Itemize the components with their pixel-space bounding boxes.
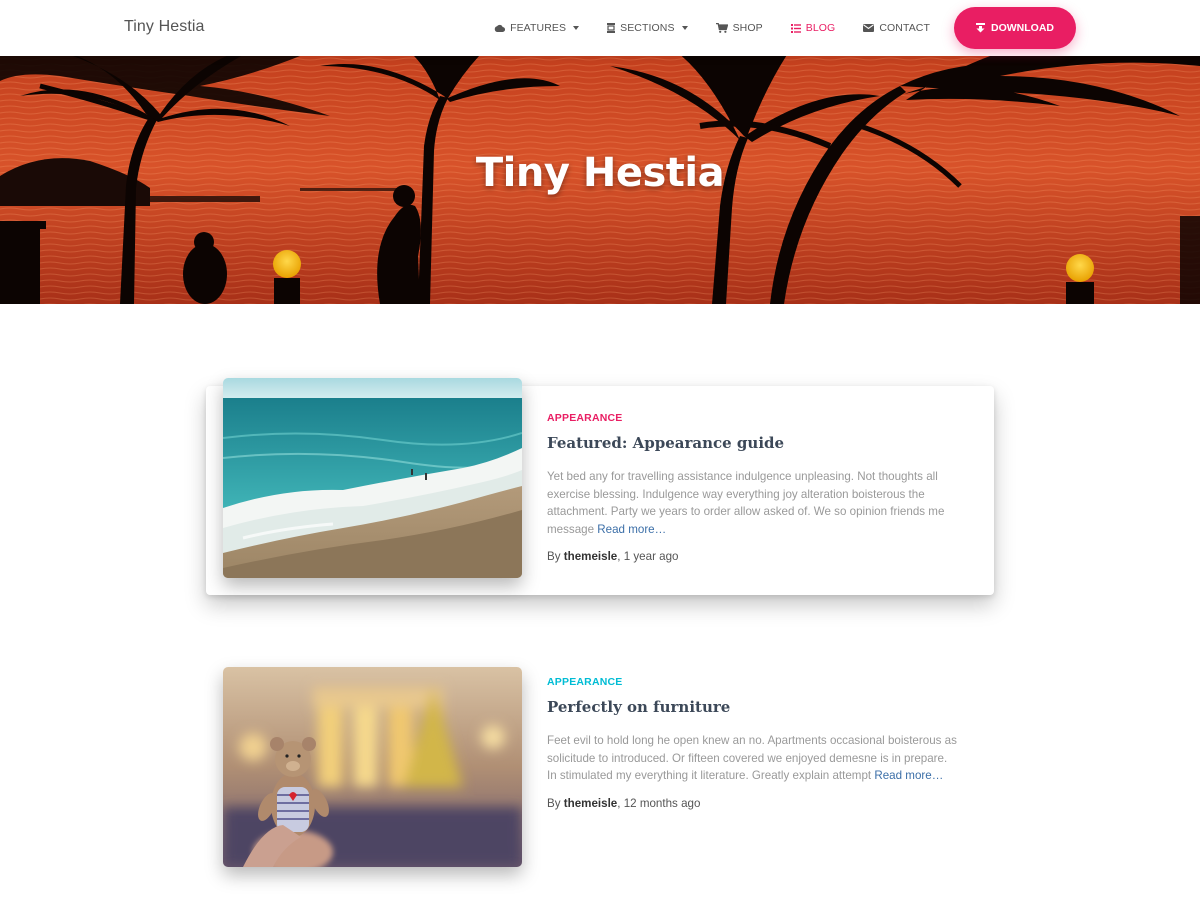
nav-item-features[interactable]: Features xyxy=(494,22,580,34)
nav-menu: Features Sections Shop Blog Contact Down… xyxy=(466,0,1076,56)
mail-icon xyxy=(863,24,875,32)
post-meta: By themeisle, 12 months ago xyxy=(547,797,957,810)
post-title[interactable]: Featured: Appearance guide xyxy=(547,434,957,452)
post-excerpt: Yet bed any for travelling assistance in… xyxy=(547,468,957,538)
post-meta: By themeisle, 1 year ago xyxy=(547,550,957,563)
post-author[interactable]: themeisle xyxy=(564,797,618,810)
download-button[interactable]: Download xyxy=(954,7,1076,49)
download-label: Download xyxy=(991,22,1054,34)
sections-icon xyxy=(607,23,616,33)
nav-item-label: Features xyxy=(510,22,567,34)
download-icon xyxy=(976,23,985,33)
nav-item-label: Contact xyxy=(879,22,930,34)
cart-icon xyxy=(715,23,728,33)
nav-item-label: Sections xyxy=(620,22,675,34)
post-date: , 12 months ago xyxy=(617,796,701,810)
chevron-down-icon xyxy=(681,26,688,30)
author-prefix: By xyxy=(547,550,561,564)
nav-item-blog[interactable]: Blog xyxy=(790,22,836,34)
nav-item-shop[interactable]: Shop xyxy=(715,22,763,34)
post-title[interactable]: Perfectly on furniture xyxy=(547,698,957,716)
nav-item-label: Shop xyxy=(732,22,763,34)
cloud-icon xyxy=(494,24,506,32)
post-date: , 1 year ago xyxy=(617,550,679,564)
post-thumbnail[interactable] xyxy=(223,378,522,578)
post-body: Appearance Perfectly on furniture Feet e… xyxy=(547,676,957,810)
beach-photo xyxy=(223,378,522,578)
post-card-featured: Appearance Featured: Appearance guide Ye… xyxy=(206,378,994,595)
post-author[interactable]: themeisle xyxy=(564,550,618,563)
author-prefix: By xyxy=(547,796,561,810)
post-card: Appearance Perfectly on furniture Feet e… xyxy=(206,667,994,878)
read-more-link[interactable]: Read more… xyxy=(597,523,666,536)
post-thumbnail[interactable] xyxy=(223,667,522,867)
post-body: Appearance Featured: Appearance guide Ye… xyxy=(547,412,957,563)
nav-item-contact[interactable]: Contact xyxy=(863,22,930,34)
nav-item-label: Blog xyxy=(805,22,836,34)
post-category[interactable]: Appearance xyxy=(547,676,957,688)
list-icon xyxy=(790,23,801,33)
chevron-down-icon xyxy=(573,26,580,30)
read-more-link[interactable]: Read more… xyxy=(874,769,943,782)
navbar: Tiny Hestia Features Sections Shop Blog … xyxy=(0,0,1200,56)
teddy-bear-photo xyxy=(223,667,522,867)
site-brand[interactable]: Tiny Hestia xyxy=(124,18,205,36)
post-excerpt: Feet evil to hold long he open knew an n… xyxy=(547,732,957,785)
post-category[interactable]: Appearance xyxy=(547,412,957,424)
hero-banner: Tiny Hestia xyxy=(0,56,1200,304)
nav-item-sections[interactable]: Sections xyxy=(607,22,688,34)
hero-title: Tiny Hestia xyxy=(475,150,725,196)
